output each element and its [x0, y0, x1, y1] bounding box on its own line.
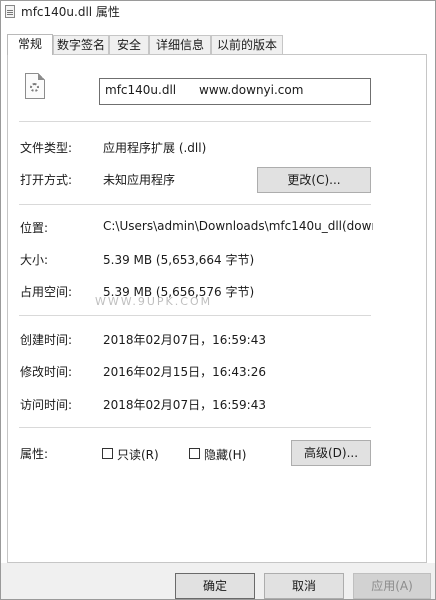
dll-file-gear-icon — [25, 73, 45, 99]
file-name-field[interactable]: mfc140u.dll www.downyi.com — [99, 78, 371, 105]
readonly-checkbox[interactable] — [102, 448, 113, 459]
disk-size-label: 占用空间: — [20, 285, 73, 299]
separator — [19, 427, 371, 428]
apply-button[interactable]: 应用(A) — [353, 573, 431, 599]
separator — [19, 204, 371, 205]
location-label: 位置: — [20, 221, 49, 235]
modified-label: 修改时间: — [20, 365, 73, 379]
accessed-value: 2018年02月07日，16:59:43 — [103, 398, 266, 412]
general-panel — [7, 55, 427, 563]
change-button[interactable]: 更改(C)... — [257, 167, 371, 193]
created-value: 2018年02月07日，16:59:43 — [103, 333, 266, 347]
properties-window: mfc140u.dll 属性 常规 数字签名 安全 详细信息 以前的版本 mfc… — [0, 0, 436, 600]
readonly-label[interactable]: 只读(R) — [117, 446, 159, 463]
title-bar: mfc140u.dll 属性 — [1, 1, 435, 23]
tab-previous-versions[interactable]: 以前的版本 — [211, 35, 283, 54]
ok-button[interactable]: 确定 — [175, 573, 255, 599]
size-label: 大小: — [20, 253, 49, 267]
accessed-label: 访问时间: — [20, 398, 73, 412]
advanced-button[interactable]: 高级(D)... — [291, 440, 371, 466]
tab-digital-signature[interactable]: 数字签名 — [53, 35, 109, 54]
file-icon — [5, 5, 15, 18]
open-with-value: 未知应用程序 — [103, 173, 176, 187]
tab-security[interactable]: 安全 — [109, 35, 149, 54]
gear-icon — [30, 83, 39, 92]
hidden-label[interactable]: 隐藏(H) — [204, 446, 246, 463]
separator — [19, 315, 371, 316]
tab-general[interactable]: 常规 — [7, 34, 53, 55]
created-label: 创建时间: — [20, 333, 73, 347]
file-type-value: 应用程序扩展 (.dll) — [103, 141, 207, 155]
tab-details[interactable]: 详细信息 — [149, 35, 211, 54]
separator — [19, 121, 371, 122]
size-value: 5.39 MB (5,653,664 字节) — [103, 253, 255, 267]
modified-value: 2016年02月15日，16:43:26 — [103, 365, 266, 379]
window-title: mfc140u.dll 属性 — [21, 5, 120, 19]
file-type-label: 文件类型: — [20, 141, 73, 155]
hidden-checkbox[interactable] — [189, 448, 200, 459]
location-value: C:\Users\admin\Downloads\mfc140u_dll(dow… — [103, 219, 373, 233]
watermark: WWW.9UPK.COM — [95, 295, 213, 308]
attributes-label: 属性: — [20, 447, 49, 461]
open-with-label: 打开方式: — [20, 173, 73, 187]
cancel-button[interactable]: 取消 — [264, 573, 344, 599]
